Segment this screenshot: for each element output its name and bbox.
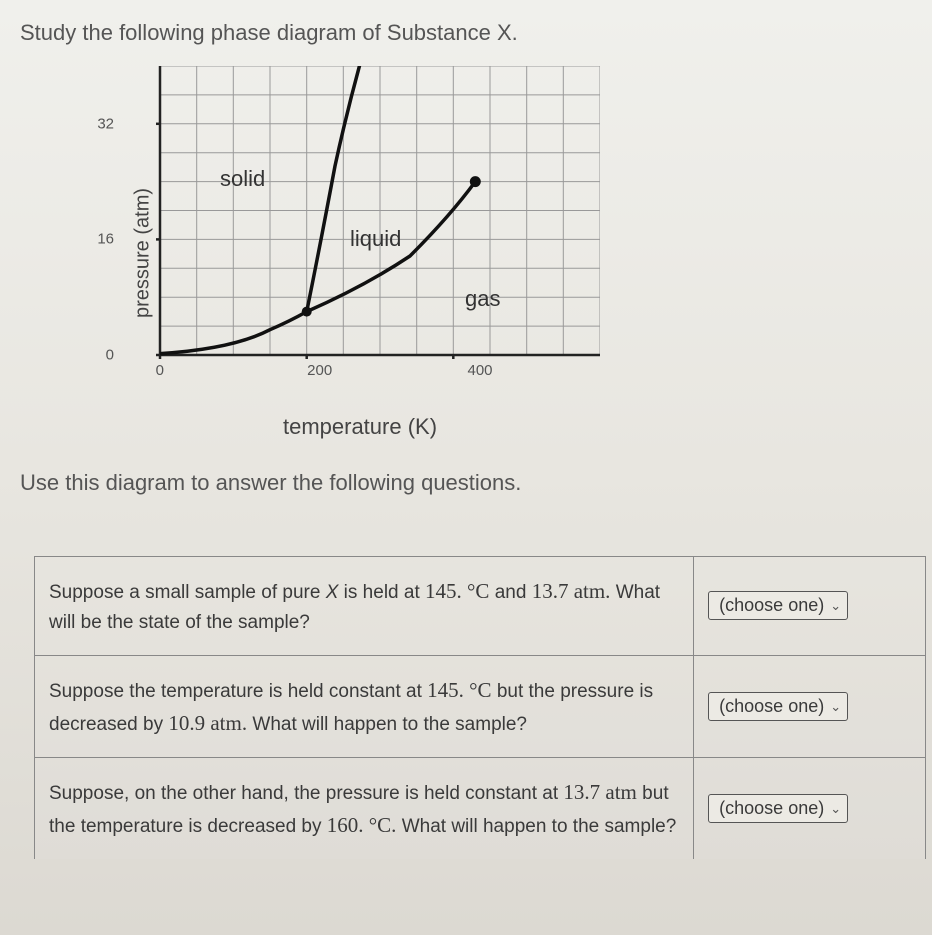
critical-point (470, 176, 481, 187)
y-tick-16: 16 (97, 231, 120, 248)
question-2-select[interactable]: (choose one) ⌄ (708, 692, 848, 721)
triple-point (302, 307, 312, 317)
chevron-down-icon: ⌄ (830, 598, 841, 614)
table-row: Suppose, on the other hand, the pressure… (35, 758, 926, 860)
select-label: (choose one) (719, 595, 824, 616)
question-3-text: Suppose, on the other hand, the pressure… (35, 758, 694, 860)
solid-liquid-curve (307, 66, 365, 312)
x-tick-400: 400 (467, 358, 492, 379)
question-2-text: Suppose the temperature is held constant… (35, 655, 694, 757)
question-3-select[interactable]: (choose one) ⌄ (708, 794, 848, 823)
y-tick-32: 32 (97, 115, 120, 132)
questions-table: Suppose a small sample of pure X is held… (34, 556, 926, 859)
x-axis-label: temperature (K) (120, 414, 600, 440)
region-solid-label: solid (220, 166, 265, 191)
plot-svg: solid liquid gas (120, 66, 600, 406)
question-1-text: Suppose a small sample of pure X is held… (35, 557, 694, 656)
question-1-select[interactable]: (choose one) ⌄ (708, 591, 848, 620)
chevron-down-icon: ⌄ (830, 801, 841, 817)
x-tick-200: 200 (307, 358, 332, 379)
grid (160, 66, 600, 355)
select-label: (choose one) (719, 696, 824, 717)
phase-diagram-chart: pressure (atm) 0 16 32 0 200 400 (120, 66, 912, 440)
table-row: Suppose a small sample of pure X is held… (35, 557, 926, 656)
region-gas-label: gas (465, 286, 500, 311)
instruction-text: Use this diagram to answer the following… (20, 470, 912, 496)
y-tick-0: 0 (106, 347, 120, 364)
region-liquid-label: liquid (350, 226, 401, 251)
select-label: (choose one) (719, 798, 824, 819)
page-title: Study the following phase diagram of Sub… (20, 20, 912, 46)
table-row: Suppose the temperature is held constant… (35, 655, 926, 757)
chevron-down-icon: ⌄ (830, 699, 841, 715)
x-tick-0: 0 (156, 358, 164, 379)
